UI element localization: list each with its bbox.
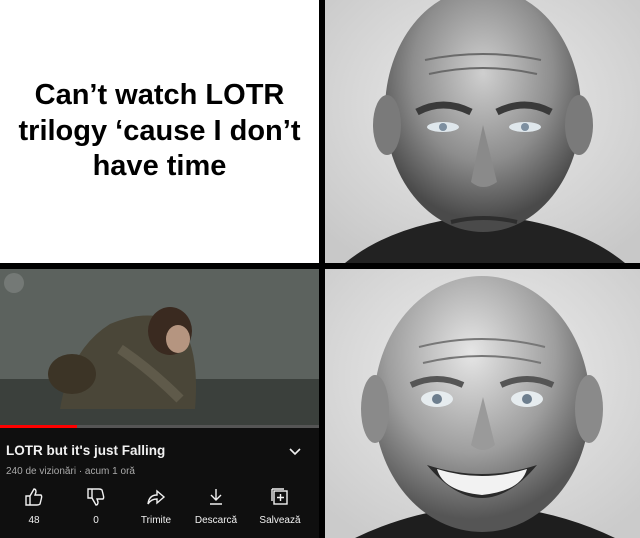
video-meta: 240 de vizionări · acum 1 oră — [6, 466, 135, 477]
save-to-playlist-icon — [271, 488, 288, 505]
download-icon — [210, 489, 222, 505]
share-button[interactable]: Trimite — [126, 487, 186, 526]
caption-text: Can’t watch LOTR trilogy ‘cause I don’t … — [18, 79, 301, 183]
action-bar: 48 0 Trimite Descarcă Salvează — [0, 487, 319, 535]
chevron-down-icon[interactable] — [288, 445, 302, 459]
save-button[interactable]: Salvează — [250, 487, 310, 526]
like-count: 48 — [28, 515, 40, 526]
video-progress-fill — [0, 425, 77, 428]
smiling-face-illustration — [325, 269, 640, 538]
share-label: Trimite — [140, 515, 172, 526]
smiling-face-photo — [325, 269, 640, 538]
save-label: Salvează — [259, 515, 301, 526]
thumbs-up-icon — [25, 488, 43, 506]
stern-face-illustration — [325, 0, 640, 263]
youtube-panel: LOTR but it's just Falling 240 de vizion… — [0, 269, 319, 538]
frodo-thumbnail — [0, 269, 319, 425]
like-button[interactable]: 48 — [4, 487, 64, 526]
video-title[interactable]: LOTR but it's just Falling — [6, 443, 165, 458]
video-player[interactable] — [0, 269, 319, 425]
video-progress-bar[interactable] — [0, 425, 319, 428]
caption-panel: Can’t watch LOTR trilogy ‘cause I don’t … — [0, 0, 319, 263]
download-button[interactable]: Descarcă — [186, 487, 246, 526]
thumbs-down-icon — [87, 488, 105, 506]
stern-face-photo — [325, 0, 640, 263]
dislike-count: 0 — [93, 515, 99, 526]
share-icon — [147, 489, 166, 505]
download-label: Descarcă — [194, 515, 238, 526]
dislike-button[interactable]: 0 — [66, 487, 126, 526]
